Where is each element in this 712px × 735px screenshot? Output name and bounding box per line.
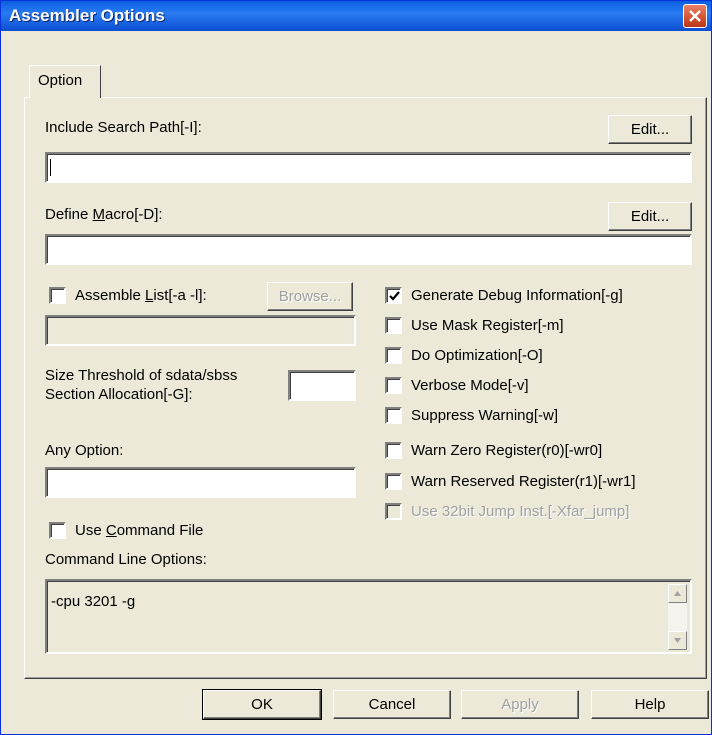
option-checkbox-debug[interactable]	[385, 287, 402, 304]
option-label-suppress-warning: Suppress Warning[-w]	[411, 407, 558, 424]
assemble-list-checkbox[interactable]	[49, 287, 66, 304]
tab-option[interactable]: Option	[29, 65, 101, 98]
command-line-text: -cpu 3201 -g	[51, 593, 136, 610]
window-title: Assembler Options	[9, 6, 165, 25]
option-label-warn-zero: Warn Zero Register(r0)[-wr0]	[411, 442, 603, 459]
checkmark-icon	[389, 291, 400, 301]
assemble-list-label: Assemble List[-a -l]:	[75, 287, 207, 304]
option-label-far-jump: Use 32bit Jump Inst.[-Xfar_jump]	[411, 503, 630, 520]
define-macro-edit-button[interactable]: Edit...	[608, 202, 692, 231]
ok-button[interactable]: OK	[202, 689, 322, 720]
size-threshold-label-line2: Section Allocation[-G]:	[45, 386, 193, 403]
size-threshold-label-line1: Size Threshold of sdata/sbss	[45, 367, 238, 384]
include-path-label: Include Search Path[-I]:	[45, 119, 202, 136]
help-button[interactable]: Help	[591, 690, 709, 719]
any-option-input[interactable]	[45, 467, 356, 498]
arrow-down-icon	[674, 638, 681, 643]
option-checkbox-verbose[interactable]	[385, 377, 402, 394]
text-caret	[50, 159, 51, 176]
close-button[interactable]	[683, 4, 707, 28]
define-macro-label: Define Macro[-D]:	[45, 206, 163, 223]
scroll-up-button[interactable]	[668, 584, 687, 603]
arrow-up-icon	[674, 591, 681, 596]
apply-button[interactable]: Apply	[461, 690, 579, 719]
command-line-textarea[interactable]: -cpu 3201 -g	[45, 579, 692, 654]
option-label-warn-reserved: Warn Reserved Register(r1)[-wr1]	[411, 473, 636, 490]
option-checkbox-warn-zero[interactable]	[385, 442, 402, 459]
define-macro-input[interactable]	[45, 234, 692, 265]
close-icon	[689, 10, 701, 22]
option-checkbox-mask-register[interactable]	[385, 317, 402, 334]
cancel-button[interactable]: Cancel	[333, 690, 451, 719]
include-path-edit-button[interactable]: Edit...	[608, 115, 692, 144]
browse-button[interactable]: Browse...	[267, 282, 353, 311]
use-command-file-checkbox[interactable]	[49, 522, 66, 539]
option-label-debug: Generate Debug Information[-g]	[411, 287, 623, 304]
assembler-options-dialog: Assembler Options Option Include Search …	[0, 0, 712, 735]
option-checkbox-far-jump[interactable]	[385, 503, 402, 520]
command-line-scrollbar[interactable]	[668, 584, 687, 650]
option-checkbox-suppress-warning[interactable]	[385, 407, 402, 424]
tab-option-label: Option	[38, 72, 83, 89]
title-bar[interactable]: Assembler Options	[1, 1, 711, 31]
include-path-input[interactable]	[45, 152, 692, 183]
assemble-list-path-input[interactable]	[45, 315, 356, 346]
scroll-down-button[interactable]	[668, 631, 687, 650]
option-checkbox-optimization[interactable]	[385, 347, 402, 364]
command-line-label: Command Line Options:	[45, 551, 207, 568]
option-label-mask-register: Use Mask Register[-m]	[411, 317, 564, 334]
size-threshold-input[interactable]	[288, 370, 356, 401]
use-command-file-label: Use Command File	[75, 522, 204, 539]
option-label-optimization: Do Optimization[-O]	[411, 347, 543, 364]
option-checkbox-warn-reserved[interactable]	[385, 473, 402, 490]
any-option-label: Any Option:	[45, 442, 124, 459]
option-label-verbose: Verbose Mode[-v]	[411, 377, 529, 394]
